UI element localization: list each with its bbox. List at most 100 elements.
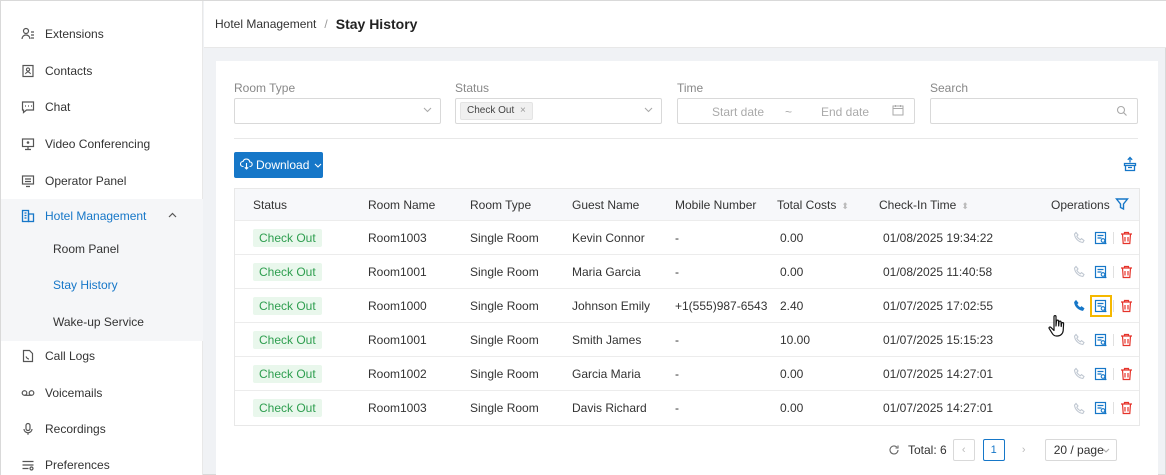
- sidebar-item-hotel-management[interactable]: Hotel Management: [1, 197, 203, 234]
- sidebar-item-label: Room Panel: [53, 241, 120, 256]
- divider: [1113, 333, 1114, 346]
- total-costs-label: Total Costs: [777, 197, 837, 212]
- status-filter-tag: Check Out ×: [460, 102, 533, 120]
- room-type-label: Room Type: [234, 81, 296, 95]
- row-operations: [1071, 366, 1134, 382]
- preferences-icon: [21, 458, 35, 472]
- start-date-input[interactable]: Start date: [712, 105, 764, 119]
- column-header-check-in[interactable]: Check-In Time ⬍: [879, 198, 969, 212]
- download-button[interactable]: Download: [234, 152, 323, 178]
- total-count: Total: 6: [908, 443, 947, 457]
- chevron-down-icon: [1102, 445, 1110, 455]
- sidebar-item-extensions[interactable]: Extensions: [1, 15, 203, 52]
- check-in-cell: 01/07/2025 14:27:01: [883, 401, 994, 415]
- room-type-select[interactable]: [234, 98, 441, 124]
- sidebar-item-label: Call Logs: [45, 348, 96, 363]
- sidebar-item-recordings[interactable]: Recordings: [1, 410, 203, 447]
- range-separator: ~: [785, 105, 793, 119]
- delete-icon[interactable]: [1118, 400, 1134, 416]
- sidebar-item-stay-history[interactable]: Stay History: [1, 266, 203, 303]
- check-in-cell: 01/08/2025 11:40:58: [883, 264, 993, 279]
- view-details-icon[interactable]: [1093, 366, 1109, 382]
- end-date-input[interactable]: End date: [821, 105, 869, 119]
- view-details-icon[interactable]: [1093, 264, 1109, 280]
- sort-icon[interactable]: ⬍: [841, 201, 849, 211]
- total-costs-cell: 0.00: [780, 401, 804, 415]
- refresh-icon[interactable]: [888, 444, 900, 456]
- sidebar-item-call-logs[interactable]: Call Logs: [1, 337, 203, 374]
- guest-name-cell: Davis Richard: [572, 401, 647, 415]
- table-header: Status Room Name Room Type Guest Name Mo…: [235, 189, 1139, 221]
- cloud-download-icon: [239, 158, 253, 173]
- mobile-cell: -: [675, 230, 679, 245]
- breadcrumb-root[interactable]: Hotel Management: [215, 17, 316, 31]
- delete-icon[interactable]: [1118, 264, 1134, 280]
- sidebar-item-chat[interactable]: Chat: [1, 88, 203, 125]
- sidebar-item-label: Recordings: [45, 421, 106, 436]
- delete-icon[interactable]: [1118, 366, 1134, 382]
- status-select[interactable]: Check Out ×: [455, 98, 662, 124]
- table-row: Check Out Room1001 Single Room Smith Jam…: [235, 323, 1139, 357]
- close-icon[interactable]: ×: [520, 105, 526, 116]
- phone-icon[interactable]: [1071, 298, 1087, 314]
- room-name-cell: Room1001: [368, 264, 427, 279]
- table-row: Check Out Room1001 Single Room Maria Gar…: [235, 255, 1139, 289]
- page-size-select[interactable]: 20 / page: [1044, 439, 1117, 461]
- breadcrumb-separator: /: [324, 17, 328, 31]
- sidebar-item-video-conferencing[interactable]: Video Conferencing: [1, 125, 203, 162]
- sidebar-item-voicemails[interactable]: Voicemails: [1, 374, 203, 411]
- guest-name-cell: Kevin Connor: [572, 230, 645, 245]
- filter-icon[interactable]: [1115, 197, 1129, 211]
- column-header-operations: Operations: [1051, 197, 1110, 212]
- total-costs-cell: 0.00: [780, 264, 804, 279]
- next-page-button[interactable]: ›: [1012, 439, 1035, 461]
- divider: [1113, 367, 1114, 380]
- call-logs-icon: [21, 349, 35, 363]
- sidebar-item-wake-up-service[interactable]: Wake-up Service: [1, 303, 203, 340]
- sidebar: Extensions Contacts Chat Video Conferenc…: [1, 1, 203, 475]
- status-badge: Check Out: [253, 399, 322, 417]
- sidebar-item-label: Extensions: [45, 26, 104, 41]
- phone-icon[interactable]: [1071, 264, 1087, 280]
- search-label: Search: [930, 81, 969, 95]
- time-range-picker[interactable]: Start date ~ End date: [677, 98, 915, 124]
- sidebar-item-operator-panel[interactable]: Operator Panel: [1, 162, 203, 199]
- table-row: Check Out Room1003 Single Room Davis Ric…: [235, 391, 1139, 425]
- sidebar-item-label: Stay History: [53, 277, 118, 292]
- sidebar-item-preferences[interactable]: Preferences: [1, 446, 203, 475]
- column-header-total-costs[interactable]: Total Costs ⬍: [777, 198, 849, 212]
- prev-page-button[interactable]: ‹: [952, 439, 975, 461]
- table-row: Check Out Room1003 Single Room Kevin Con…: [235, 221, 1139, 255]
- phone-icon[interactable]: [1071, 366, 1087, 382]
- delete-icon[interactable]: [1118, 332, 1134, 348]
- page-size-label: 20 / page: [1053, 443, 1104, 457]
- row-operations: [1071, 294, 1134, 317]
- view-details-icon[interactable]: [1093, 400, 1109, 416]
- room-name-cell: Room1003: [368, 230, 427, 245]
- pagination: Total: 6 ‹ 1 › 20 / page: [888, 438, 1117, 462]
- delete-icon[interactable]: [1118, 298, 1134, 314]
- sidebar-item-room-panel[interactable]: Room Panel: [1, 230, 203, 267]
- phone-icon[interactable]: [1071, 332, 1087, 348]
- status-filter-tag-label: Check Out: [467, 105, 515, 116]
- phone-icon[interactable]: [1071, 400, 1087, 416]
- room-type-cell: Single Room: [470, 264, 539, 279]
- view-details-icon[interactable]: [1093, 332, 1109, 348]
- room-type-cell: Single Room: [470, 401, 539, 415]
- sort-icon[interactable]: ⬍: [961, 201, 969, 211]
- view-details-icon[interactable]: [1093, 230, 1109, 246]
- page-1-button[interactable]: 1: [982, 439, 1005, 461]
- status-badge: Check Out: [253, 228, 322, 247]
- export-icon[interactable]: [1122, 156, 1138, 172]
- room-name-cell: Room1001: [368, 332, 427, 347]
- search-input[interactable]: [930, 98, 1138, 124]
- phone-icon[interactable]: [1071, 230, 1087, 246]
- chevron-up-icon: [168, 210, 177, 221]
- status-badge: Check Out: [253, 364, 322, 383]
- sidebar-item-label: Wake-up Service: [53, 314, 144, 329]
- sidebar-item-label: Contacts: [45, 63, 93, 78]
- column-header-status: Status: [253, 197, 288, 212]
- sidebar-item-contacts[interactable]: Contacts: [1, 52, 203, 89]
- view-details-icon[interactable]: [1090, 294, 1112, 317]
- delete-icon[interactable]: [1118, 230, 1134, 246]
